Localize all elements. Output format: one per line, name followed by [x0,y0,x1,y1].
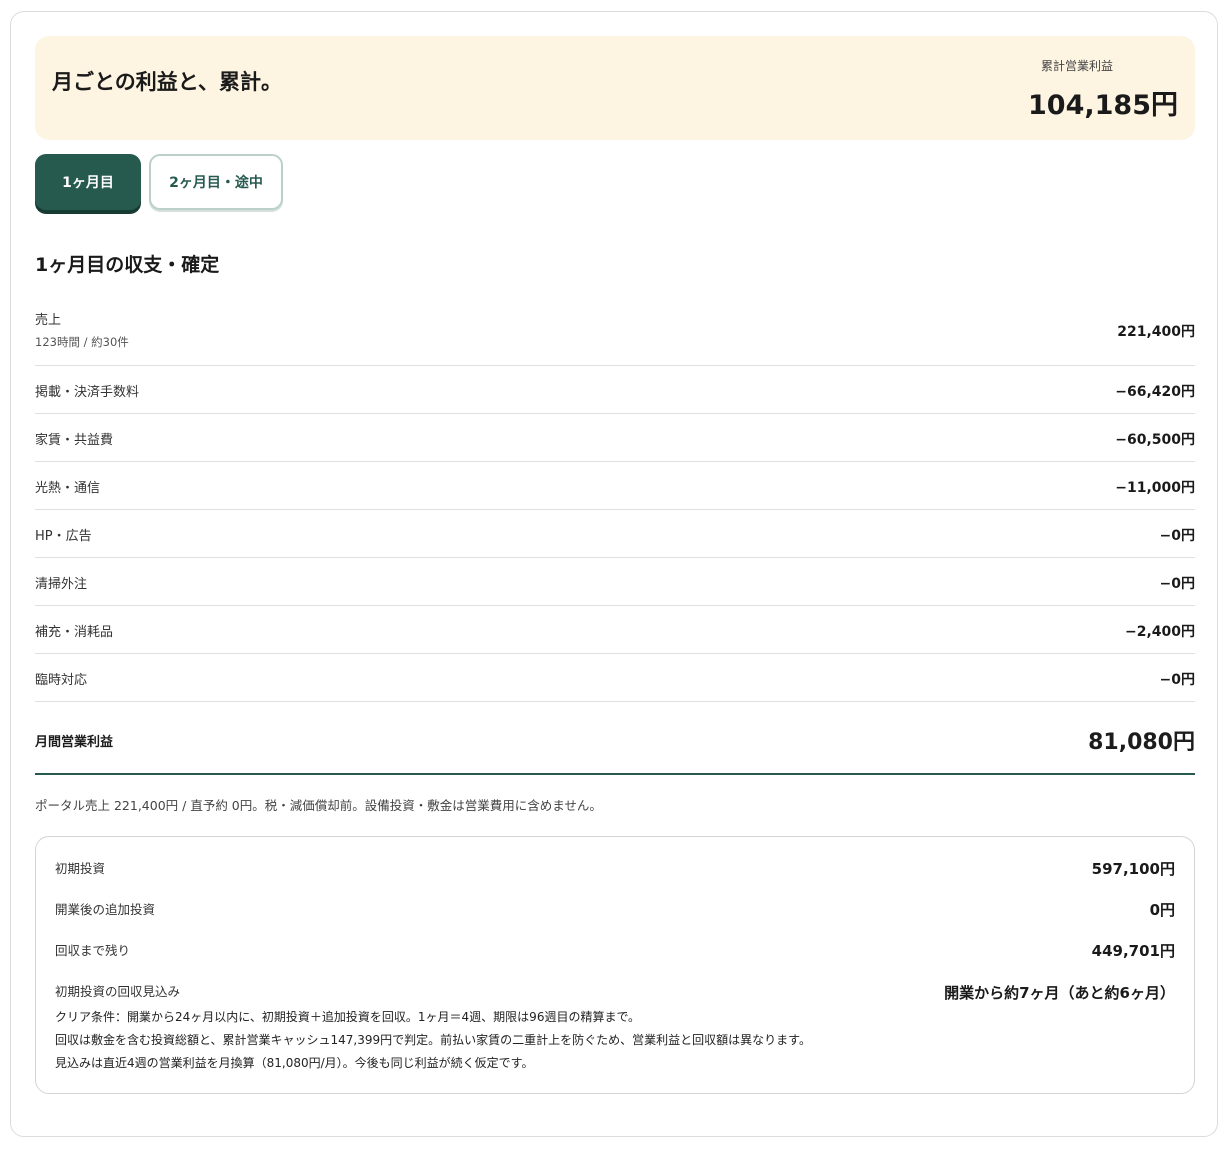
row-supplies: 補充・消耗品 −2,400円 [35,606,1195,654]
remaining-value: 449,701円 [1091,942,1175,960]
estimate-assumption-note: 見込みは直近4週の営業利益を月換算（81,080円/月）。今後も同じ利益が続く仮… [55,1056,534,1070]
tab-month-2[interactable]: 2ヶ月目・途中 [149,154,283,210]
summary-banner: 月ごとの利益と、累計。 累計営業利益 104,185円 [35,36,1195,140]
row-value: −2,400円 [1124,624,1195,640]
recovery-estimate-value: 開業から約7ヶ月（あと約6ヶ月） [944,984,1175,1002]
row-advertising: HP・広告 −0円 [35,510,1195,558]
row-label: 清掃外注 [35,577,88,592]
income-statement: 売上 123時間 / 約30件 221,400円 掲載・決済手数料 −66,42… [35,306,1195,702]
remaining-label: 回収まで残り [55,943,131,958]
additional-investment-label: 開業後の追加投資 [55,902,156,917]
row-utilities: 光熱・通信 −11,000円 [35,462,1195,510]
row-label: 掲載・決済手数料 [35,385,140,400]
row-value: −11,000円 [1115,480,1195,496]
row-label: 補充・消耗品 [35,625,114,640]
tab-month-1[interactable]: 1ヶ月目 [35,154,141,210]
row-value: −66,420円 [1115,384,1195,400]
profit-card: 月ごとの利益と、累計。 累計営業利益 104,185円 1ヶ月目 2ヶ月目・途中… [10,11,1218,1137]
total-label: 月間営業利益 [35,735,114,750]
initial-investment-label: 初期投資 [55,861,106,876]
row-sublabel: 123時間 / 約30件 [35,335,129,349]
row-value: −0円 [1159,528,1195,544]
row-label: 売上 [35,313,62,328]
page-title: 月ごとの利益と、累計。 [52,70,282,94]
monthly-profit-total: 月間営業利益 81,080円 [35,702,1195,775]
additional-investment-value: 0円 [1149,901,1175,919]
row-label: 家賃・共益費 [35,433,114,448]
row-cleaning: 清掃外注 −0円 [35,558,1195,606]
row-label: 光熱・通信 [35,481,101,496]
total-value: 81,080円 [1088,730,1195,755]
row-value: −0円 [1159,576,1195,592]
initial-investment-value: 597,100円 [1091,860,1175,878]
cumulative-profit-label: 累計営業利益 [1040,59,1113,73]
recovery-estimate-label: 初期投資の回収見込み [55,984,181,999]
row-value: 221,400円 [1117,324,1195,340]
row-label: HP・広告 [35,529,92,544]
recovery-judgement-note: 回収は敷金を含む投資総額と、累計営業キャッシュ147,399円で判定。前払い家賃… [55,1033,811,1047]
row-rent: 家賃・共益費 −60,500円 [35,414,1195,462]
row-sales: 売上 123時間 / 約30件 221,400円 [35,306,1195,366]
investment-panel: 初期投資 597,100円 開業後の追加投資 0円 回収まで残り 449,701… [35,836,1195,1094]
row-fees: 掲載・決済手数料 −66,420円 [35,366,1195,414]
section-title: 1ヶ月目の収支・確定 [35,254,220,276]
cumulative-profit-value: 104,185円 [1028,90,1178,121]
row-label: 臨時対応 [35,673,88,688]
row-temporary: 臨時対応 −0円 [35,654,1195,702]
row-value: −0円 [1159,672,1195,688]
footnote: ポータル売上 221,400円 / 直予約 0円。税・減価償却前。設備投資・敷金… [35,798,602,813]
clear-condition-note: クリア条件：開業から24ヶ月以内に、初期投資＋追加投資を回収。1ヶ月＝4週、期限… [55,1010,640,1024]
row-value: −60,500円 [1115,432,1195,448]
